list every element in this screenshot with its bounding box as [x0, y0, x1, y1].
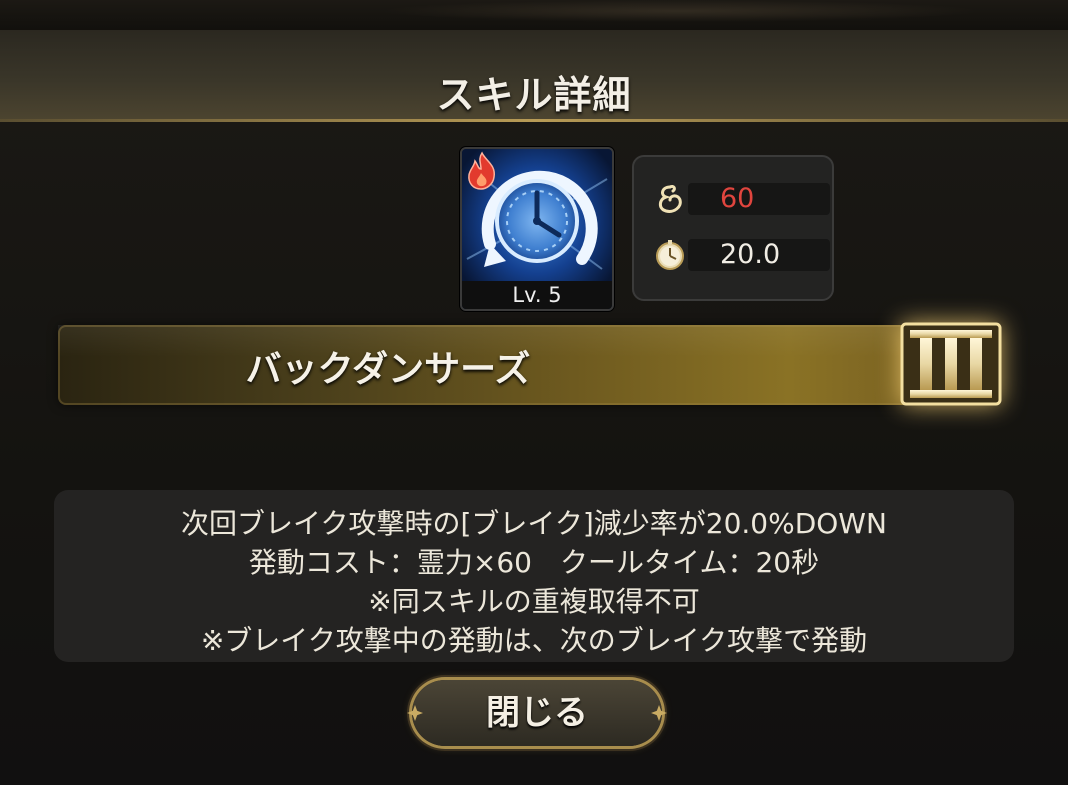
rank-badge-icon — [900, 322, 1002, 406]
skill-name: バックダンサーズ — [245, 349, 531, 390]
cost-row: 60 — [648, 181, 830, 217]
description-line-2: 発動コスト：霊力×60 クールタイム：20秒 — [248, 546, 820, 579]
timer-icon — [656, 240, 684, 270]
close-button-label: 閉じる — [486, 693, 588, 733]
skill-level-label: Lv. 5 — [462, 281, 612, 309]
close-button[interactable]: 閉じる — [407, 680, 667, 746]
description-line-4: ※ブレイク攻撃中の発動は、次のブレイク攻撃で発動 — [200, 624, 868, 657]
ornament-right-icon — [651, 705, 667, 721]
skill-description-box: 次回ブレイク攻撃時の[ブレイク]減少率が20.0%DOWN 発動コスト：霊力×6… — [54, 490, 1014, 662]
cooldown-row: 20.0 — [648, 237, 830, 273]
cost-value: 60 — [720, 183, 755, 214]
description-line-3: ※同スキルの重複取得不可 — [368, 585, 700, 618]
cooldown-value: 20.0 — [720, 239, 781, 270]
spirit-icon — [658, 185, 682, 213]
description-line-1: 次回ブレイク攻撃時の[ブレイク]減少率が20.0%DOWN — [181, 507, 887, 540]
skill-stats-panel: 60 20.0 — [632, 155, 834, 301]
skill-icon: Lv. 5 — [460, 147, 614, 311]
dialog-title: スキル詳細 — [436, 73, 632, 117]
fire-icon — [468, 151, 495, 190]
